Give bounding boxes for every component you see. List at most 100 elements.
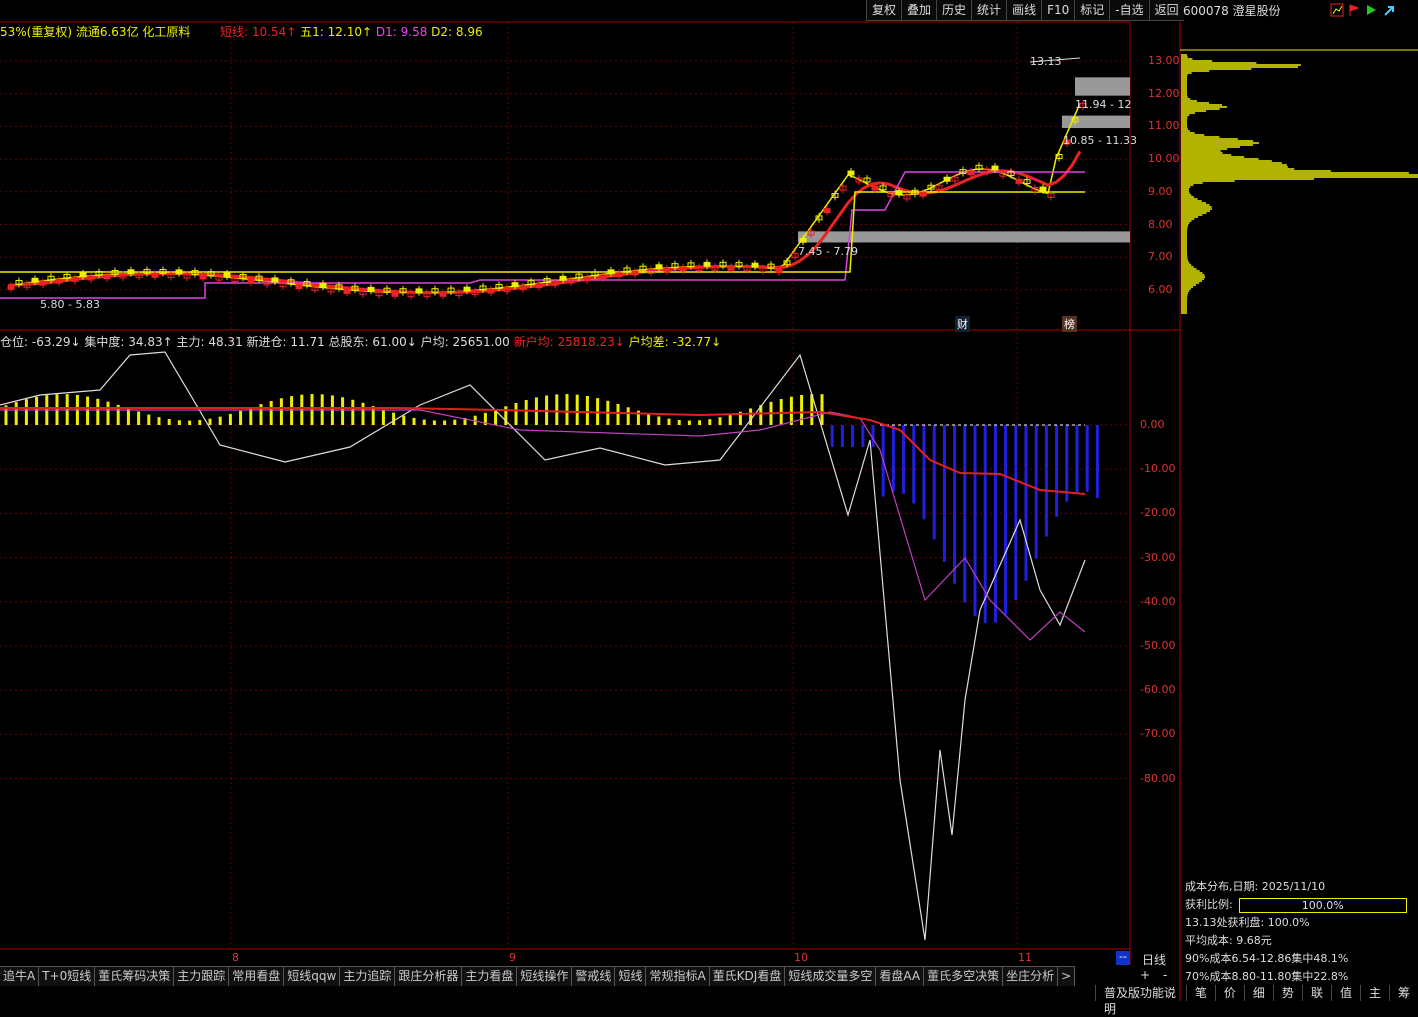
- cost-90: 90%成本6.54-12.86集中48.1%: [1185, 952, 1349, 965]
- indicator-tab[interactable]: 常规指标A: [646, 966, 710, 986]
- stock-title: 600078 澄星股份: [1183, 2, 1281, 19]
- indicator-tab[interactable]: 跟庄分析器: [395, 966, 463, 986]
- candle-body: [175, 269, 183, 275]
- candle-body: [295, 284, 303, 290]
- candle-body: [751, 262, 759, 268]
- indicator-tabs: 追牛A T+0短线 董氏筹码决策 主力跟踪 常用看盘 短线qqw 主力追踪 跟庄分析器 主力看盘…: [0, 966, 1076, 986]
- candle-body: [439, 291, 447, 297]
- candle-body: [391, 291, 399, 297]
- tabs-more-button[interactable]: >: [1058, 966, 1076, 986]
- band3-label: 7.45 - 7.79: [798, 245, 858, 258]
- sub-tick: -40.00: [1140, 594, 1176, 608]
- indicator-tab[interactable]: 短线成交量多空: [785, 966, 877, 986]
- candle-body: [703, 261, 711, 267]
- indicator-tab[interactable]: 追牛A: [0, 966, 40, 986]
- bottom-bar-button[interactable]: 细: [1243, 985, 1273, 1001]
- stock-name: 澄星股份: [1232, 4, 1281, 18]
- bottom-bar-button[interactable]: 联: [1301, 985, 1331, 1001]
- candle-body: [583, 276, 591, 282]
- toolbar-button[interactable]: 返回: [1148, 0, 1184, 21]
- bottom-bar-button[interactable]: 主: [1359, 985, 1389, 1001]
- bottom-bar-button[interactable]: 筹: [1388, 985, 1418, 1001]
- avg-line: [0, 407, 1086, 495]
- price-tick: 12.00: [1148, 86, 1180, 100]
- indicator-tab[interactable]: T+0短线: [39, 966, 96, 986]
- candle-body: [823, 208, 831, 214]
- bottom-bar-button[interactable]: 普及版功能说明: [1095, 985, 1186, 1016]
- indicator-tab[interactable]: 警戒线: [572, 966, 616, 986]
- indicator-tab[interactable]: 董氏KDJ看盘: [709, 966, 786, 986]
- toolbar-button[interactable]: 复权: [866, 0, 902, 21]
- indicator-tab[interactable]: 短线操作: [517, 966, 573, 986]
- position-line: [0, 351, 1086, 941]
- indicator-tab[interactable]: 坐庄分析: [1003, 966, 1059, 986]
- legend-d1: D1: 9.58: [375, 25, 428, 39]
- legend-d2: D2: 8.96: [431, 25, 483, 39]
- chart-canvas[interactable]: [0, 0, 1418, 1001]
- cost-date: 成本分布,日期: 2025/11/10: [1185, 880, 1326, 893]
- candle-body: [775, 268, 783, 274]
- collapse-button[interactable]: --: [1116, 951, 1130, 965]
- bottom-bar-button[interactable]: 势: [1272, 985, 1302, 1001]
- indicator-tab[interactable]: 短线: [615, 966, 647, 986]
- legend-prefix: 53%(重复权) 流通6.63亿 化工原料: [0, 25, 191, 39]
- short-line: [7, 103, 1081, 294]
- candle-body: [487, 288, 495, 294]
- zoom-in-button[interactable]: +: [1140, 968, 1150, 982]
- sub-tick: -60.00: [1140, 683, 1176, 697]
- legend-hujun: 户均: 25651.00: [420, 335, 510, 349]
- cai-marker[interactable]: 财: [955, 316, 970, 332]
- main-legend: 53%(重复权) 流通6.63亿 化工原料 短线: 10.54↑ 五1: 12.…: [0, 23, 483, 40]
- band-7: [798, 231, 1130, 243]
- indicator-tab[interactable]: 短线qqw: [284, 966, 341, 986]
- candle-body: [559, 275, 567, 281]
- candle-body: [103, 274, 111, 280]
- ratio-label: 获利比例:: [1185, 898, 1233, 911]
- bang-marker[interactable]: 榜: [1062, 316, 1077, 332]
- indicator-tab[interactable]: 主力追踪: [340, 966, 396, 986]
- high-label: 13.13: [1030, 55, 1062, 68]
- candle-body: [631, 270, 639, 276]
- flag-icon[interactable]: [1347, 3, 1361, 17]
- toolbar-button[interactable]: F10: [1041, 0, 1075, 21]
- candle-body: [1039, 186, 1047, 192]
- bottom-bar-button[interactable]: 笔: [1185, 985, 1215, 1001]
- candle-body: [847, 170, 855, 176]
- indicator-tab[interactable]: 常用看盘: [229, 966, 285, 986]
- avg-cost: 平均成本: 9.68元: [1185, 934, 1272, 947]
- month-label: 9: [509, 951, 516, 964]
- toolbar-button[interactable]: -自选: [1109, 0, 1149, 21]
- toolbar-button[interactable]: 统计: [971, 0, 1007, 21]
- indicator-tab[interactable]: 主力看盘: [462, 966, 518, 986]
- indicator-tab[interactable]: 董氏多空决策: [924, 966, 1004, 986]
- toolbar-button[interactable]: 历史: [936, 0, 972, 21]
- indicator-tab[interactable]: 董氏筹码决策: [95, 966, 175, 986]
- price-tick: 10.00: [1148, 152, 1180, 166]
- candle-body: [463, 286, 471, 292]
- play-icon[interactable]: [1364, 3, 1378, 17]
- sub-legend-prefix: 仓位: -63.29↓ 集中度: 34.83↑ 主力: 48.31 新进仓: 1…: [0, 335, 417, 349]
- price-tick: 8.00: [1148, 217, 1173, 231]
- top-toolbar: 复权 叠加 历史 统计 画线 F10 标记 -自选 返回: [866, 0, 1184, 21]
- period-label[interactable]: 日线: [1142, 951, 1166, 968]
- bottom-bar-button[interactable]: 值: [1330, 985, 1360, 1001]
- candle-body: [199, 274, 207, 280]
- toolbar-button[interactable]: 叠加: [901, 0, 937, 21]
- candle-body: [991, 165, 999, 171]
- candle-body: [535, 283, 543, 288]
- toolbar-button[interactable]: 画线: [1006, 0, 1042, 21]
- indicator-tab[interactable]: 主力跟踪: [174, 966, 230, 986]
- ratio-bar: 100.0%: [1238, 897, 1407, 913]
- cost-info-panel: 成本分布,日期: 2025/11/10 获利比例: 100.0% 13.13处获…: [1185, 878, 1417, 986]
- zoom-out-button[interactable]: -: [1163, 968, 1167, 982]
- candle-body: [367, 286, 375, 292]
- chart-icon[interactable]: [1330, 3, 1344, 17]
- month-label: 11: [1018, 951, 1032, 964]
- bottom-bar-button[interactable]: 价: [1214, 985, 1244, 1001]
- chip-distribution: [1181, 54, 1418, 314]
- arrow-icon[interactable]: [1382, 3, 1396, 17]
- legend-short: 短线: 10.54↑: [220, 25, 297, 39]
- candle-body: [271, 277, 279, 283]
- indicator-tab[interactable]: 看盘AA: [876, 966, 925, 986]
- toolbar-button[interactable]: 标记: [1074, 0, 1110, 21]
